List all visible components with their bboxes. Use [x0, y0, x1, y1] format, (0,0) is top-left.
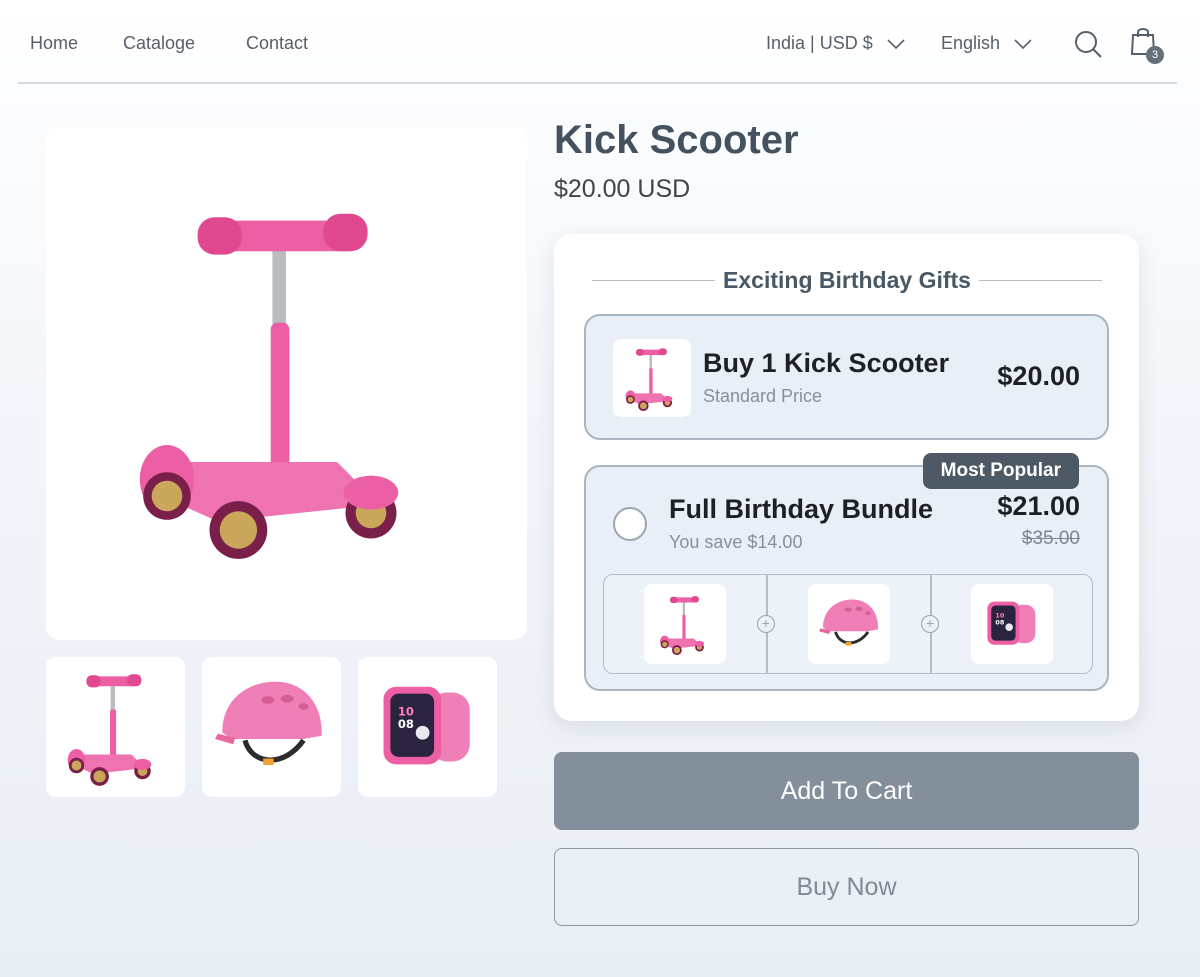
thumbnail-smartwatch[interactable]: [358, 657, 497, 797]
option-single-scooter[interactable]: Buy 1 Kick Scooter Standard Price $20.00: [584, 314, 1109, 440]
nav-contact-link[interactable]: Contact: [246, 33, 308, 54]
cart-count-badge: 3: [1146, 46, 1164, 64]
thumbnail-scooter[interactable]: [46, 657, 185, 797]
option-single-price: $20.00: [997, 361, 1080, 391]
divider-line: [592, 279, 716, 281]
smartwatch-image: [383, 686, 470, 765]
bundle-radio-button[interactable]: [613, 507, 647, 541]
option-single-image: [613, 339, 691, 417]
bundle-offer-card: Exciting Birthday Gifts Buy 1 Kick Scoot…: [554, 234, 1139, 721]
search-icon[interactable]: [1074, 30, 1102, 58]
option-single-title: Buy 1 Kick Scooter: [703, 348, 950, 378]
chevron-down-icon: [887, 38, 905, 49]
option-bundle-original-price: $35.00: [1021, 528, 1080, 549]
nav-home-link[interactable]: Home: [30, 33, 78, 54]
country-currency-selector[interactable]: India | USD $: [766, 33, 905, 54]
helmet-image: [817, 598, 880, 648]
language-selector[interactable]: English: [941, 33, 1032, 54]
country-currency-label: India | USD $: [766, 33, 873, 53]
product-price: $20.00 USD: [554, 175, 691, 203]
plus-icon: +: [757, 615, 775, 633]
option-bundle-price: $21.00: [997, 491, 1080, 521]
thumbnail-helmet[interactable]: [202, 657, 341, 797]
option-single-subtitle: Standard Price: [703, 386, 823, 406]
offer-heading-text: Exciting Birthday Gifts: [723, 266, 971, 293]
buy-now-button[interactable]: Buy Now: [554, 848, 1139, 926]
divider-line: [978, 279, 1102, 281]
kick-scooter-image: [660, 596, 705, 656]
chevron-down-icon: [1014, 38, 1032, 49]
add-to-cart-button[interactable]: Add To Cart: [554, 752, 1139, 830]
smartwatch-image: [987, 601, 1036, 645]
bundle-item-smartwatch: [971, 584, 1053, 664]
offer-heading: Exciting Birthday Gifts: [592, 267, 1102, 293]
nav-cataloge-link[interactable]: Cataloge: [123, 33, 195, 54]
top-nav: Home Cataloge Contact India | USD $ Engl…: [18, 0, 1177, 84]
kick-scooter-image: [139, 213, 399, 559]
kick-scooter-image: [625, 348, 673, 411]
most-popular-badge: Most Popular: [922, 453, 1079, 489]
option-birthday-bundle[interactable]: Most Popular Full Birthday Bundle You sa…: [584, 453, 1109, 691]
product-title: Kick Scooter: [554, 118, 799, 162]
plus-icon: +: [921, 615, 939, 633]
bundle-item-helmet: [808, 584, 890, 664]
bundle-item-scooter: [644, 584, 726, 664]
bundle-items-row: + +: [603, 574, 1093, 674]
option-bundle-savings: You save $14.00: [669, 532, 803, 552]
helmet-image: [202, 657, 341, 797]
main-product-image[interactable]: [46, 127, 527, 640]
kick-scooter-image: [67, 674, 152, 786]
language-label: English: [941, 33, 1001, 53]
option-bundle-title: Full Birthday Bundle: [669, 494, 934, 524]
